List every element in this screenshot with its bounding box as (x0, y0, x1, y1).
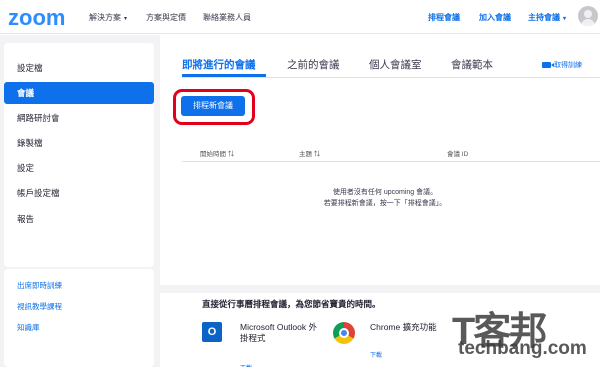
outlook-plugin-title: Microsoft Outlook 外掛程式 (240, 322, 317, 343)
nav-solutions[interactable]: 解決方案 ▾ (89, 12, 127, 23)
tabs-divider (182, 77, 600, 78)
get-training-link[interactable]: 取得訓練 (542, 60, 582, 70)
video-tutorials-link[interactable]: 視訊教學課程 (17, 301, 62, 312)
avatar[interactable] (578, 6, 598, 26)
sidebar-help-links: 出席即時訓練 視訊教學課程 知識庫 (4, 269, 154, 367)
sidebar-item-recordings[interactable]: 錄製檔 (4, 132, 154, 154)
empty-state-message: 使用者沒有任何 upcoming 會議。 若要排程新會議，按一下「排程會議」。 (260, 187, 510, 209)
outlook-icon: O (202, 322, 222, 342)
chrome-download-link[interactable]: 下載 (370, 350, 382, 359)
sidebar-item-reports[interactable]: 報告 (4, 208, 154, 230)
section-divider (160, 285, 600, 293)
column-meeting-id-label: 會議 ID (447, 151, 469, 158)
video-camera-icon (542, 62, 551, 68)
sidebar-item-settings[interactable]: 設定 (4, 157, 154, 179)
join-meeting-link[interactable]: 加入會議 (479, 12, 511, 23)
host-meeting-link[interactable]: 主持會議 ▾ (528, 12, 566, 23)
watermark-latin: techbang.com (458, 338, 587, 359)
empty-state-line-2: 若要排程新會議，按一下「排程會議」。 (323, 200, 447, 207)
sidebar-item-meetings[interactable]: 會議 (4, 82, 154, 104)
sidebar-item-profile[interactable]: 設定檔 (4, 57, 154, 79)
zoom-logo[interactable]: zoom (8, 5, 65, 31)
tab-personal-room[interactable]: 個人會議室 (369, 57, 422, 72)
tab-meeting-templates[interactable]: 會議範本 (451, 57, 493, 72)
tab-upcoming-meetings[interactable]: 即將進行的會議 (182, 57, 256, 72)
nav-solutions-label: 解決方案 (89, 13, 121, 22)
sidebar: 設定檔 會議 網路研討會 錄製檔 設定 帳戶設定檔 報告 出席即時訓練 視訊教學… (0, 35, 160, 367)
sidebar-item-account-profile[interactable]: 帳戶設定檔 (4, 182, 154, 204)
chevron-down-icon: ▾ (563, 16, 567, 22)
schedule-meeting-link[interactable]: 排程會議 (428, 12, 460, 23)
column-start-time[interactable]: 開始時間 ⇅ (200, 148, 234, 158)
chevron-down-icon: ▾ (124, 16, 128, 22)
empty-state-line-1: 使用者沒有任何 upcoming 會議。 (332, 189, 438, 196)
outlook-download-link[interactable]: 下載 (240, 363, 252, 367)
sidebar-nav: 設定檔 會議 網路研討會 錄製檔 設定 帳戶設定檔 報告 (4, 43, 154, 267)
meetings-table-header: 開始時間 ⇅ 主題 ⇅ 會議 ID (182, 146, 600, 162)
chrome-icon (333, 322, 355, 344)
top-bar: zoom 解決方案 ▾ 方案與定價 聯絡業務人員 排程會議 加入會議 主持會議 ▾ (0, 0, 600, 34)
column-start-time-label: 開始時間 (200, 151, 226, 158)
calendar-integration-heading: 直接從行事曆排程會議，為您節省寶貴的時間。 (202, 299, 381, 309)
live-training-link[interactable]: 出席即時訓練 (17, 280, 62, 291)
column-topic-label: 主題 (299, 151, 312, 158)
nav-contact-sales[interactable]: 聯絡業務人員 (203, 12, 251, 23)
column-meeting-id: 會議 ID (447, 148, 468, 158)
chrome-extension-title: Chrome 擴充功能 (370, 322, 437, 332)
column-topic[interactable]: 主題 ⇅ (299, 148, 320, 158)
tab-previous-meetings[interactable]: 之前的會議 (287, 57, 340, 72)
watermark-logo: T客邦 techbang.com (452, 300, 600, 367)
sidebar-item-webinars[interactable]: 網路研討會 (4, 107, 154, 129)
get-training-label: 取得訓練 (554, 62, 582, 69)
schedule-new-meeting-button[interactable]: 排程新會議 (181, 96, 245, 116)
knowledge-base-link[interactable]: 知識庫 (17, 322, 40, 333)
host-meeting-label: 主持會議 (528, 13, 560, 22)
nav-pricing[interactable]: 方案與定價 (146, 12, 186, 23)
